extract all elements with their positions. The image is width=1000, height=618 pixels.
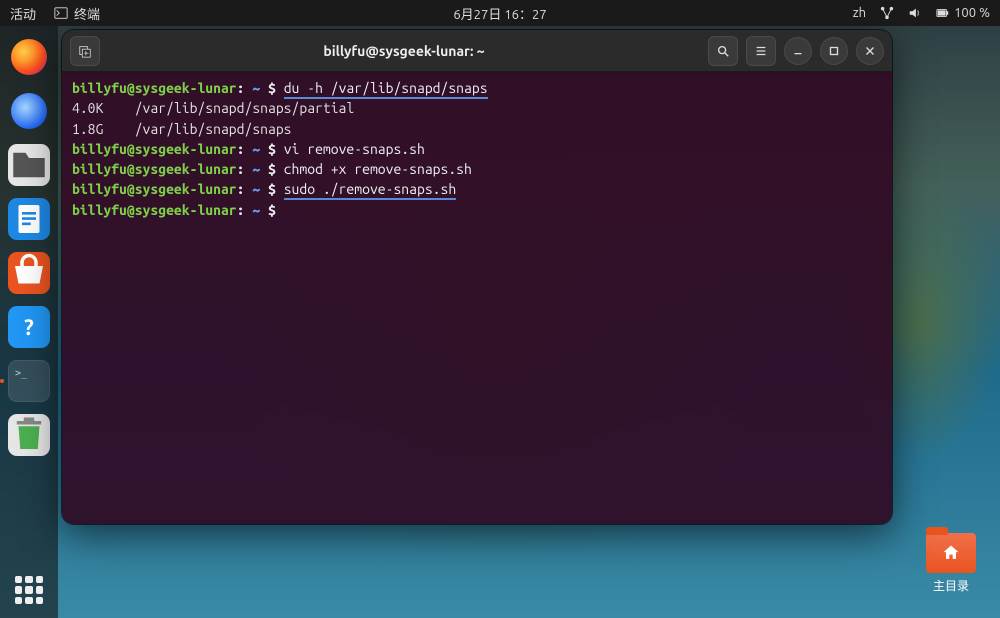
maximize-button[interactable] [820, 37, 848, 65]
desktop-home-folder[interactable]: 主目录 [926, 533, 976, 594]
terminal-window: billyfu@sysgeek-lunar: ~ billyfu@sysgeek… [62, 30, 892, 524]
show-applications-button[interactable] [15, 576, 43, 604]
trash-icon[interactable] [8, 414, 50, 456]
hamburger-menu-button[interactable] [746, 36, 776, 66]
top-panel: 活动 终端 6月27日 16：27 zh 100 % [0, 0, 1000, 26]
battery-percent: 100 % [954, 6, 990, 20]
firefox-icon[interactable] [8, 36, 50, 78]
files-icon[interactable] [8, 144, 50, 186]
current-app-menu[interactable]: 终端 [54, 4, 100, 23]
terminal-icon[interactable]: >_ [8, 360, 50, 402]
help-icon[interactable]: ? [8, 306, 50, 348]
search-button[interactable] [708, 36, 738, 66]
current-app-label: 终端 [74, 4, 100, 23]
battery-indicator[interactable]: 100 % [936, 6, 990, 20]
network-icon[interactable] [880, 6, 894, 20]
ubuntu-software-icon[interactable] [8, 252, 50, 294]
clock[interactable]: 6月27日 16：27 [453, 4, 546, 23]
new-tab-button[interactable] [70, 36, 100, 66]
input-method-indicator[interactable]: zh [853, 6, 866, 20]
thunderbird-icon[interactable] [8, 90, 50, 132]
activities-button[interactable]: 活动 [10, 4, 36, 23]
home-icon [941, 543, 961, 563]
window-titlebar[interactable]: billyfu@sysgeek-lunar: ~ [62, 30, 892, 72]
terminal-small-icon [54, 6, 68, 20]
window-title: billyfu@sysgeek-lunar: ~ [108, 43, 700, 59]
dock: ? >_ [0, 26, 58, 618]
battery-icon [936, 6, 950, 20]
close-button[interactable] [856, 37, 884, 65]
desktop-home-folder-label: 主目录 [926, 577, 976, 594]
minimize-button[interactable] [784, 37, 812, 65]
volume-icon[interactable] [908, 6, 922, 20]
terminal-output-area[interactable]: billyfu@sysgeek-lunar: ~ $ du -h /var/li… [62, 72, 892, 524]
libreoffice-writer-icon[interactable] [8, 198, 50, 240]
